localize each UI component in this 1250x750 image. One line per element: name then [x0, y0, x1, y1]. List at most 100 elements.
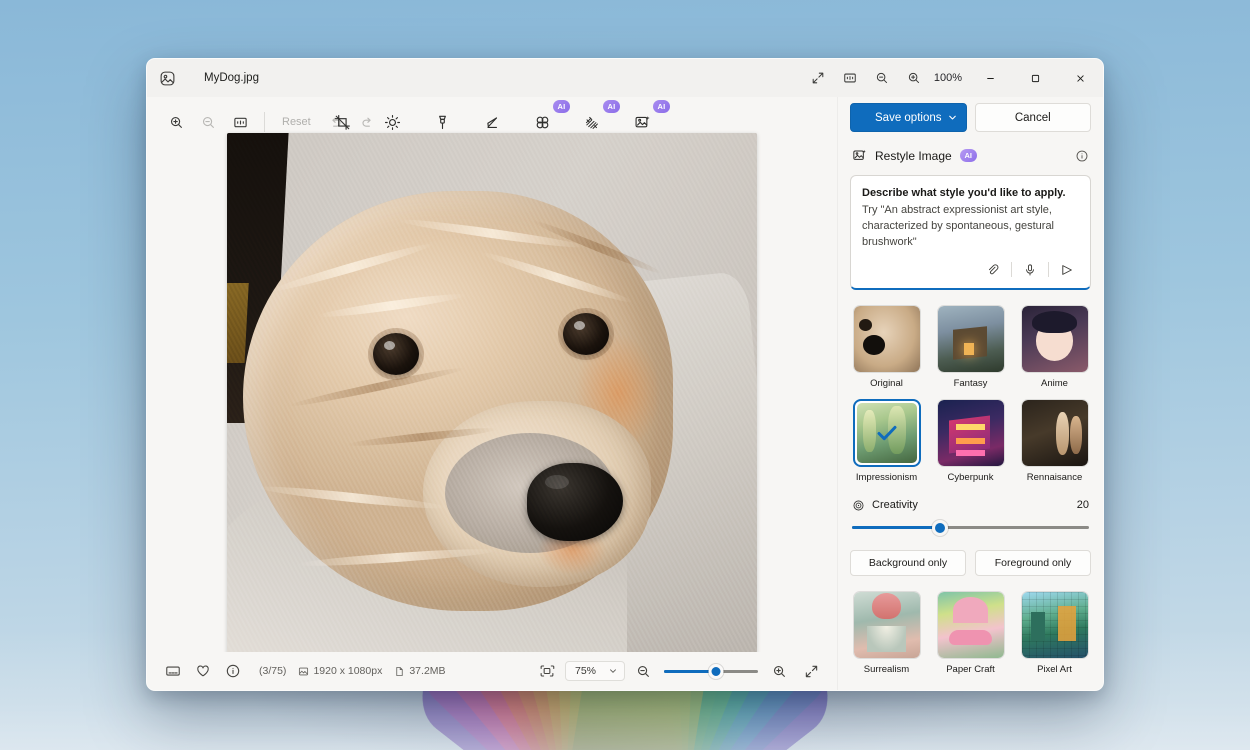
photos-app-icon: [159, 70, 176, 87]
style-thumbnail: [937, 591, 1005, 659]
style-grid-extra: Surrealism Paper Craft Pixel Art: [850, 591, 1091, 675]
style-thumbnail-art: [938, 400, 1004, 466]
style-option-original[interactable]: Original: [850, 305, 923, 389]
scope-button-foreground-only[interactable]: Foreground only: [975, 550, 1091, 576]
zoom-level-select[interactable]: 75%: [565, 661, 625, 681]
style-thumbnail-art: [938, 306, 1004, 372]
scope-button-background-only[interactable]: Background only: [850, 550, 966, 576]
file-metadata: (3/75) 1920 x 1080px 37.2MB: [259, 665, 446, 677]
style-option-anime[interactable]: Anime: [1018, 305, 1091, 389]
style-thumbnail-art: [1022, 592, 1088, 658]
style-option-pixel-art[interactable]: Pixel Art: [1018, 591, 1091, 675]
style-thumbnail: [853, 399, 921, 467]
creativity-slider-thumb[interactable]: [932, 520, 948, 536]
expand-to-fit-icon[interactable]: [803, 64, 833, 92]
style-option-label: Paper Craft: [946, 664, 995, 675]
style-thumbnail: [1021, 399, 1089, 467]
ai-badge: AI: [603, 100, 620, 113]
status-bar: (3/75) 1920 x 1080px 37.2MB: [147, 652, 837, 690]
close-button[interactable]: [1058, 59, 1103, 97]
fit-to-window-icon[interactable]: [835, 64, 865, 92]
photo-texture: [227, 133, 757, 662]
style-option-impressionism[interactable]: Impressionism: [850, 399, 923, 483]
file-info-icon[interactable]: [219, 658, 247, 684]
reset-button[interactable]: Reset: [274, 111, 319, 133]
style-grid: Original Fantasy Anime Impressionism Cyberpu…: [850, 305, 1091, 483]
style-option-label: Anime: [1041, 378, 1068, 389]
zoom-slider-group: [629, 658, 793, 684]
style-thumbnail-art: [854, 306, 920, 372]
zoom-slider[interactable]: [664, 664, 758, 678]
image-size-icon: [298, 666, 309, 677]
chevron-down-icon[interactable]: [947, 112, 958, 123]
filmstrip-icon[interactable]: [159, 658, 187, 684]
window-body: Reset: [147, 97, 1103, 690]
cancel-button[interactable]: Cancel: [975, 103, 1092, 132]
maximize-button[interactable]: [1013, 59, 1058, 97]
fullscreen-icon[interactable]: [797, 658, 825, 684]
style-thumbnail-art: [1022, 400, 1088, 466]
send-icon[interactable]: [1055, 259, 1079, 281]
panel-title: Restyle Image: [875, 149, 952, 163]
selected-check-icon: [874, 420, 900, 446]
style-option-surrealism[interactable]: Surrealism: [850, 591, 923, 675]
style-option-label: Rennaisance: [1027, 472, 1082, 483]
restyle-image-icon: [852, 148, 867, 163]
style-option-rennaisance[interactable]: Rennaisance: [1018, 399, 1091, 483]
ai-badge: AI: [960, 149, 977, 162]
zoom-out-icon[interactable]: [629, 658, 657, 684]
favorite-heart-icon[interactable]: [189, 658, 217, 684]
zoom-out-icon[interactable]: [193, 107, 223, 137]
attach-icon[interactable]: [981, 259, 1005, 281]
creativity-row: Creativity 20: [850, 499, 1091, 512]
chevron-down-icon: [608, 666, 618, 676]
restyle-panel: Save options Cancel: [837, 97, 1103, 690]
fit-to-screen-icon[interactable]: [533, 658, 561, 684]
zoom-in-icon[interactable]: [765, 658, 793, 684]
document-title: MyDog.jpg: [186, 72, 259, 84]
creativity-label: Creativity: [872, 499, 918, 511]
style-thumbnail: [937, 305, 1005, 373]
zoom-in-icon[interactable]: [899, 64, 929, 92]
toolbar-divider: [264, 112, 265, 132]
image-counter: (3/75): [259, 665, 286, 677]
style-option-label: Impressionism: [856, 472, 917, 483]
panel-header: Restyle Image AI: [850, 144, 1091, 175]
titlebar-right: 100%: [802, 59, 1103, 97]
image-dimensions-text: 1920 x 1080px: [313, 665, 382, 677]
style-option-fantasy[interactable]: Fantasy: [934, 305, 1007, 389]
minimize-button[interactable]: [968, 59, 1013, 97]
style-option-label: Original: [870, 378, 903, 389]
dog-photo[interactable]: [227, 133, 757, 662]
file-size-text: 37.2MB: [409, 665, 445, 677]
ai-badge: AI: [653, 100, 670, 113]
photos-app-window: MyDog.jpg: [146, 58, 1104, 691]
prompt-placeholder-hint: Try "An abstract expressionist art style…: [862, 203, 1079, 251]
zoom-in-icon[interactable]: [161, 107, 191, 137]
style-prompt-input[interactable]: Describe what style you'd like to apply.…: [850, 175, 1091, 290]
panel-actions: Save options Cancel: [850, 97, 1091, 144]
file-size-icon: [394, 666, 405, 677]
canvas-area: [147, 147, 837, 652]
style-thumbnail: [853, 305, 921, 373]
style-option-paper-craft[interactable]: Paper Craft: [934, 591, 1007, 675]
save-options-label: Save options: [875, 112, 942, 124]
style-thumbnail: [937, 399, 1005, 467]
prompt-placeholder-title: Describe what style you'd like to apply.: [862, 186, 1079, 202]
creativity-value: 20: [1077, 499, 1089, 511]
titlebar-zoom-level[interactable]: 100%: [930, 72, 968, 84]
microphone-icon[interactable]: [1018, 259, 1042, 281]
zoom-out-icon[interactable]: [867, 64, 897, 92]
info-icon[interactable]: [1075, 149, 1089, 163]
editor-column: Reset: [147, 97, 837, 690]
scope-buttons: Background only Foreground only: [850, 550, 1091, 576]
zoom-slider-thumb[interactable]: [708, 664, 723, 679]
style-option-cyberpunk[interactable]: Cyberpunk: [934, 399, 1007, 483]
creativity-slider[interactable]: [852, 520, 1089, 536]
save-options-button[interactable]: Save options: [850, 103, 967, 132]
creativity-target-icon: [852, 499, 865, 512]
style-option-label: Surrealism: [864, 664, 909, 675]
style-thumbnail: [853, 591, 921, 659]
status-bar-right: 75%: [533, 658, 825, 684]
titlebar-left: MyDog.jpg: [147, 70, 259, 87]
